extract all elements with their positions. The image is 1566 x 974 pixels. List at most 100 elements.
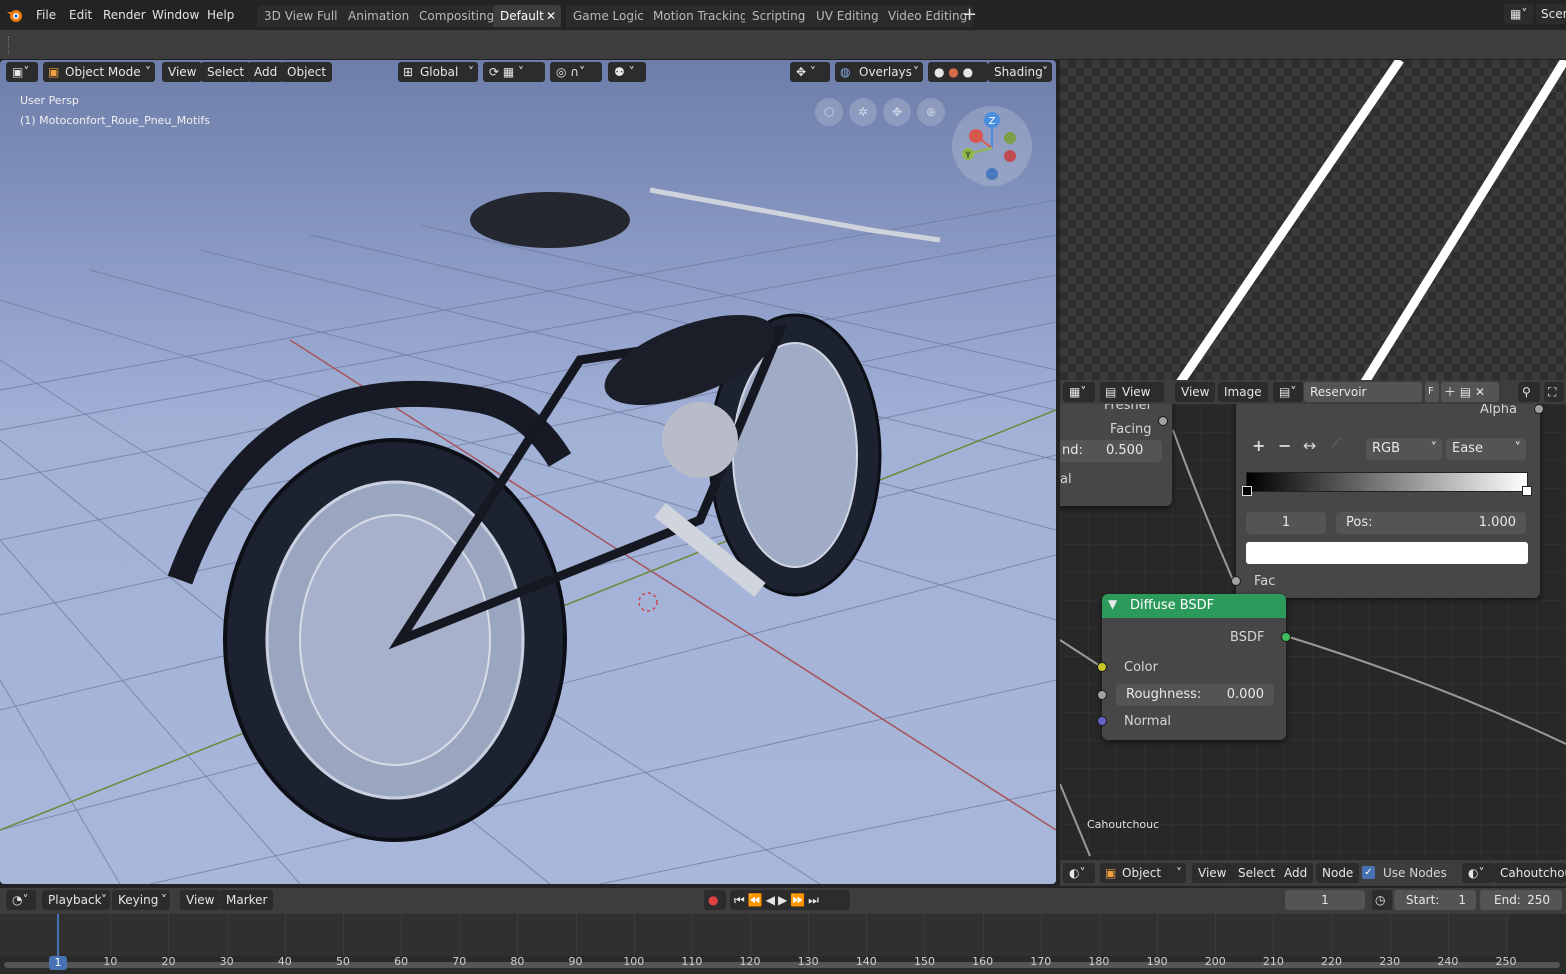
roughness-field[interactable]: Roughness: 0.000 (1116, 684, 1274, 706)
ramp-stop-black[interactable] (1242, 486, 1252, 496)
eyedropper-icon[interactable]: ⟋ (1332, 436, 1341, 451)
node-editor-canvas[interactable]: Fresnel Facing nd: 0.500 al Alpha + − ↔ ⟋… (1060, 404, 1566, 860)
editor-type-icon[interactable]: ▦˅ (1063, 382, 1095, 402)
menu-add[interactable]: Add (1278, 863, 1314, 883)
tab-scripting[interactable]: Scripting (745, 5, 813, 27)
flip-ramp-icon[interactable]: ↔ (1303, 436, 1316, 455)
menu-image[interactable]: Image (1218, 382, 1268, 402)
image-name-field[interactable]: Reservoir (1304, 382, 1422, 402)
end-frame-field[interactable]: End: 250 (1480, 890, 1562, 910)
3d-viewport[interactable]: User Persp (1) Motoconfort_Roue_Pneu_Mot… (0, 60, 1056, 884)
collapse-icon[interactable]: ▼ (1108, 597, 1117, 611)
blend-field[interactable]: nd: 0.500 (1060, 440, 1162, 462)
navigation-gizmo[interactable]: Z Y (952, 106, 1032, 186)
playhead-line[interactable] (57, 914, 59, 958)
menu-select[interactable]: Select (1232, 863, 1282, 883)
image-view-dropdown[interactable]: ▤ View (1100, 382, 1164, 402)
fake-user-button[interactable]: F (1425, 382, 1439, 402)
scene-name[interactable]: Scen (1536, 4, 1566, 24)
material-browse-icon[interactable]: ◐˅ (1462, 863, 1494, 883)
zoom-icon[interactable]: ✲ (849, 98, 877, 126)
snap-toggle-icon[interactable]: ⟳ ▦ ˅ (483, 62, 545, 82)
editor-type-icon[interactable]: ◔˅ (6, 890, 36, 910)
menu-marker[interactable]: Marker (220, 890, 274, 910)
use-nodes-checkbox[interactable]: ✓ (1362, 866, 1375, 879)
menu-help[interactable]: Help (201, 5, 240, 25)
record-icon[interactable]: ● (704, 890, 726, 910)
blender-logo-icon[interactable] (6, 6, 24, 24)
menu-view[interactable]: View (1192, 863, 1233, 883)
stop-index-field[interactable]: 1 (1246, 512, 1326, 534)
playback-controls[interactable]: ⏮⏪◀▶⏩⏭ (730, 890, 850, 910)
maximize-icon[interactable]: ⛶ (1544, 382, 1564, 402)
pan-icon[interactable]: ✥ (883, 98, 911, 126)
camera-view-icon[interactable]: ⬡ (815, 98, 843, 126)
tab-animation[interactable]: Animation (341, 5, 417, 27)
bsdf-socket[interactable] (1281, 632, 1291, 642)
current-frame-field[interactable]: 1 (1285, 890, 1365, 910)
diffuse-bsdf-node[interactable]: ▼ Diffuse BSDF BSDF Color Roughness: 0.00… (1097, 594, 1291, 740)
stop-pos-field[interactable]: Pos: 1.000 (1336, 512, 1526, 534)
shading-dropdown[interactable]: Shading ˅ (988, 62, 1052, 82)
image-actions[interactable]: ＋ ▤ ✕ (1441, 382, 1499, 402)
stop-color-swatch[interactable] (1246, 542, 1528, 564)
proportional-edit-icon[interactable]: ◎ ∩˅ (550, 62, 602, 82)
menu-view[interactable]: View (162, 62, 203, 82)
shading-mode-buttons[interactable]: ● ● ● (928, 62, 988, 82)
scene-browse-icon[interactable]: ▦˅ (1504, 4, 1534, 24)
color-socket[interactable] (1097, 662, 1107, 672)
color-mode-dropdown[interactable]: RGB ˅ (1366, 438, 1442, 460)
alpha-socket[interactable] (1534, 404, 1544, 414)
remove-stop-icon[interactable]: − (1278, 436, 1291, 455)
color-ramp-bar[interactable] (1246, 472, 1528, 492)
editor-type-icon[interactable]: ▣˅ (6, 62, 38, 82)
tab-game-logic[interactable]: Game Logic (566, 5, 651, 27)
normal-socket[interactable] (1097, 716, 1107, 726)
image-editor-canvas[interactable] (1060, 60, 1566, 380)
ramp-stop-white[interactable] (1522, 486, 1532, 496)
tab-uv-editing[interactable]: UV Editing (809, 5, 886, 27)
menu-node[interactable]: Node (1316, 863, 1360, 883)
menu-window[interactable]: Window (146, 5, 205, 25)
visibility-icon[interactable]: ⚉ ˅ (608, 62, 646, 82)
menu-add[interactable]: Add (248, 62, 284, 82)
pin-icon[interactable]: ⚲ (1518, 382, 1540, 402)
editor-type-icon[interactable]: ◐˅ (1063, 863, 1095, 883)
fac-socket[interactable] (1231, 576, 1241, 586)
node-header[interactable]: ▼ Diffuse BSDF (1102, 594, 1286, 618)
drag-handle[interactable] (8, 36, 10, 54)
menu-edit[interactable]: Edit (63, 5, 98, 25)
fresnel-facing-node[interactable]: Fresnel Facing nd: 0.500 al (1060, 404, 1172, 506)
color-ramp-node[interactable]: Alpha + − ↔ ⟋ RGB ˅ Ease ˅ 1 Pos: 1.000 Fac (1231, 404, 1544, 598)
tab-video-editing[interactable]: Video Editing (881, 5, 975, 27)
add-stop-icon[interactable]: + (1252, 436, 1265, 455)
tab-motion-tracking[interactable]: Motion Tracking (646, 5, 755, 27)
close-icon[interactable]: ✕ (546, 5, 556, 27)
add-workspace-icon[interactable]: + (962, 4, 977, 25)
gizmo-toggle-icon[interactable]: ✥ ˅ (790, 62, 830, 82)
preview-range-icon[interactable]: ◷ (1372, 890, 1392, 910)
tab-3d-view-full[interactable]: 3D View Full (257, 5, 345, 27)
start-frame-field[interactable]: Start: 1 (1394, 890, 1476, 910)
tab-default[interactable]: Default ✕ (493, 5, 561, 27)
playhead-frame-indicator[interactable]: 1 (49, 956, 67, 970)
overlays-dropdown[interactable]: ◍ Overlays ˅ (835, 62, 923, 82)
menu-view[interactable]: View (180, 890, 221, 910)
perspective-toggle-icon[interactable]: ⊕ (917, 98, 945, 126)
menu-object[interactable]: Object (281, 62, 333, 82)
interpolation-dropdown[interactable]: Ease ˅ (1446, 438, 1526, 460)
tab-compositing[interactable]: Compositing (412, 5, 502, 27)
mode-dropdown[interactable]: ▣ Object Mode ˅ (43, 62, 155, 82)
shader-type-dropdown[interactable]: ▣ Object ˅ (1100, 863, 1186, 883)
facing-socket[interactable] (1158, 416, 1168, 426)
menu-file[interactable]: File (30, 5, 62, 25)
material-name-field[interactable]: Cahoutchouc (1494, 863, 1566, 883)
transform-orientation-dropdown[interactable]: ⊞ Global ˅ (398, 62, 478, 82)
roughness-socket[interactable] (1097, 690, 1107, 700)
menu-render[interactable]: Render (97, 5, 152, 25)
menu-select[interactable]: Select (201, 62, 251, 82)
image-browse-icon[interactable]: ▤˅ (1273, 382, 1303, 402)
menu-playback[interactable]: Playback ˅ (42, 890, 110, 910)
menu-view[interactable]: View (1175, 382, 1216, 402)
menu-keying[interactable]: Keying ˅ (112, 890, 170, 910)
